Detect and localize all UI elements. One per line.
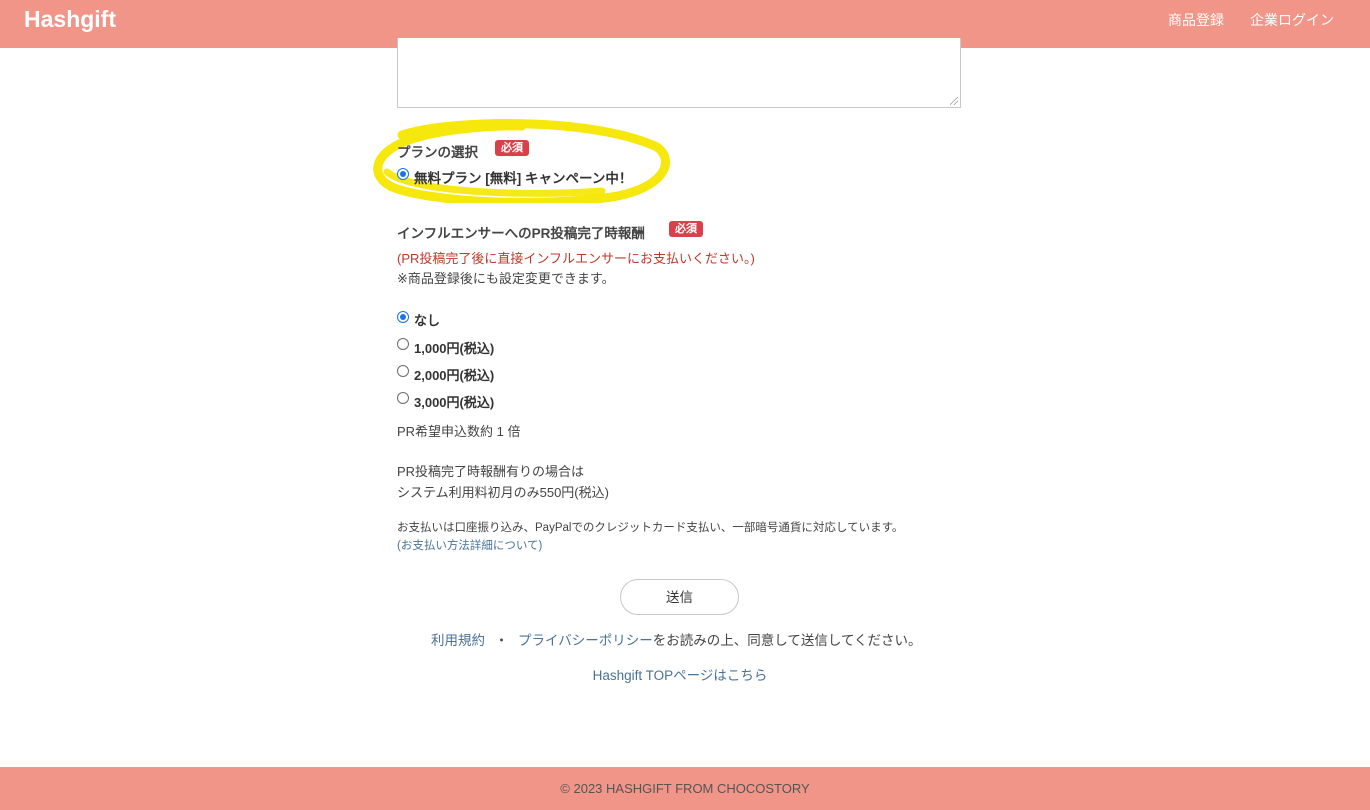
terms-line: 利用規約 ・ プライバシーポリシーをお読みの上、同意して送信してください。: [431, 629, 922, 649]
terms-link[interactable]: 利用規約: [431, 633, 485, 648]
reward-note: ※商品登録後にも設定変更できます。: [397, 271, 615, 286]
top-page-link[interactable]: Hashgift TOPページはこちら: [0, 664, 1360, 684]
multiplier-text: PR希望申込数約 1 倍: [397, 424, 521, 439]
privacy-link[interactable]: プライバシーポリシー: [518, 633, 653, 648]
nav-product-register[interactable]: 商品登録: [1168, 10, 1224, 30]
message-textarea[interactable]: [397, 38, 961, 108]
copyright: © 2023 HASHGIFT FROM CHOCOSTORY: [560, 781, 810, 796]
plan-label: プランの選択: [397, 145, 478, 160]
submit-button[interactable]: 送信: [620, 579, 739, 615]
reward-label: インフルエンサーへのPR投稿完了時報酬: [397, 226, 645, 241]
reward-note-red: (PR投稿完了後に直接インフルエンサーにお支払いください。): [397, 251, 755, 266]
reward-none-label[interactable]: なし: [414, 310, 440, 329]
reward-1000-radio[interactable]: [397, 338, 409, 350]
plan-free-radio[interactable]: [397, 168, 409, 180]
reward-1000-label[interactable]: 1,000円(税込): [414, 338, 494, 357]
plan-free-label[interactable]: 無料プラン [無料] キャンペーン中！: [414, 167, 632, 187]
reward-3000-label[interactable]: 3,000円(税込): [414, 392, 494, 411]
reward-required-badge: 必須: [669, 221, 703, 237]
nav-company-login[interactable]: 企業ログイン: [1250, 10, 1334, 30]
reward-2000-radio[interactable]: [397, 365, 409, 377]
reward-none-radio[interactable]: [397, 311, 409, 323]
terms-separator: ・: [494, 633, 509, 648]
reward-3000-radio[interactable]: [397, 392, 409, 404]
reward-2000-label[interactable]: 2,000円(税込): [414, 365, 494, 384]
payment-note: お支払いは口座振り込み、PayPalでのクレジットカード支払い、一部暗号通貨に対…: [397, 522, 904, 534]
agree-text: をお読みの上、同意して送信してください。: [652, 633, 922, 648]
footer: © 2023 HASHGIFT FROM CHOCOSTORY: [0, 767, 1370, 810]
fee-line-2: システム利用料初月のみ550円(税込): [397, 485, 609, 500]
brand-logo[interactable]: Hashgift: [24, 6, 116, 33]
plan-required-badge: 必須: [495, 140, 529, 156]
fee-line-1: PR投稿完了時報酬有りの場合は: [397, 464, 585, 479]
resize-handle-icon[interactable]: [950, 97, 958, 105]
payment-details-link[interactable]: (お支払い方法詳細について): [397, 537, 542, 553]
